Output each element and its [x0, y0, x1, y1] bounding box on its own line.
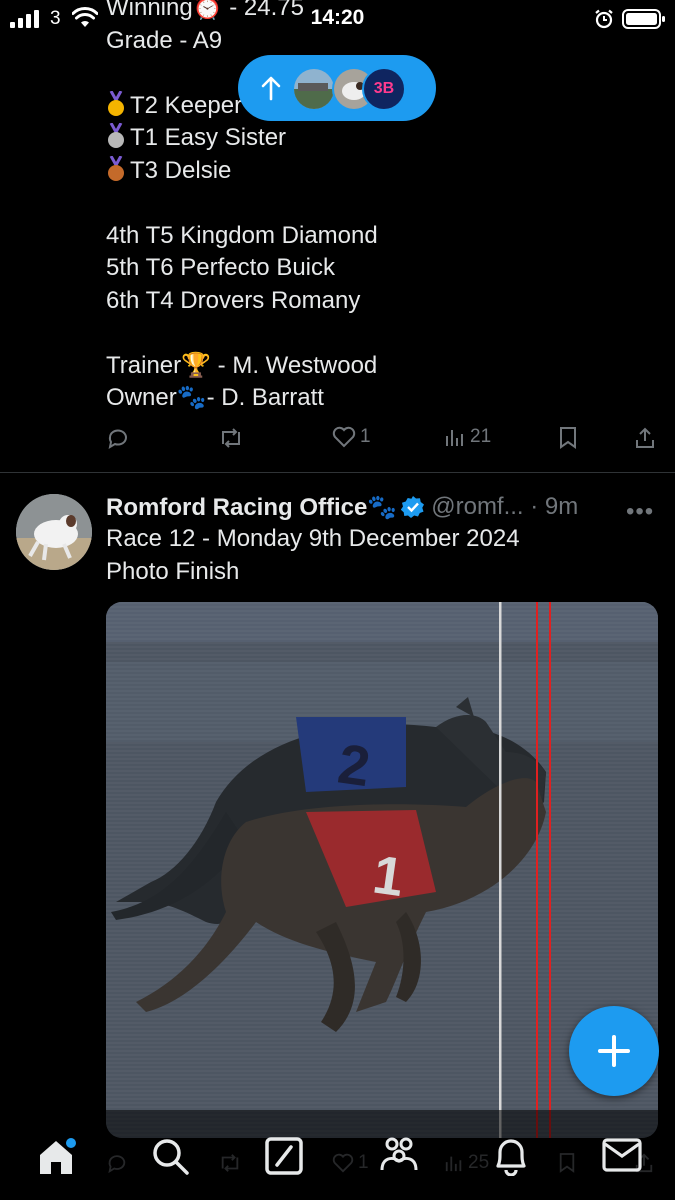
battery-icon [622, 9, 665, 29]
home-icon [40, 1138, 76, 1174]
tab-grok[interactable] [264, 1136, 304, 1181]
silver-medal-icon [108, 123, 124, 148]
like-count: 1 [360, 426, 371, 447]
tab-home[interactable] [36, 1136, 80, 1185]
tweet2-text: Race 12 - Monday 9th December 2024 Photo … [106, 523, 520, 588]
more-options-icon[interactable]: ••• [626, 498, 654, 526]
grok-icon [265, 1137, 303, 1175]
compose-post-button[interactable] [569, 1006, 659, 1096]
arrow-up-icon [261, 76, 281, 101]
gold-medal-icon [108, 90, 124, 116]
bookmark-button[interactable] [558, 426, 578, 450]
handle-and-time[interactable]: @romf... · 9m [431, 493, 578, 521]
trainer-line: Trainer🏆 - M. Westwood [106, 351, 378, 379]
status-bar: 3 14:20 [0, 0, 675, 36]
bookmark-icon [560, 427, 576, 449]
finish-line-red-1 [536, 602, 538, 1138]
placing-6: 6th T4 Drovers Romany [106, 286, 361, 314]
tweet2-header: Romford Racing Office🐾 @romf... · 9m [106, 492, 578, 522]
tab-notifications[interactable] [492, 1136, 530, 1181]
display-name[interactable]: Romford Racing Office🐾 [106, 493, 397, 522]
share-icon [636, 427, 654, 448]
views-button[interactable]: 21 [444, 426, 491, 448]
clock: 14:20 [310, 6, 365, 29]
repost-icon [222, 428, 240, 448]
tab-communities[interactable] [378, 1134, 420, 1181]
race-line: Race 12 - Monday 9th December 2024 [106, 525, 520, 552]
avatar[interactable] [16, 494, 92, 570]
bronze-medal-icon [108, 155, 124, 181]
photo-finish-line: Photo Finish [106, 557, 240, 585]
plus-icon [598, 1035, 630, 1067]
mail-icon [602, 1138, 642, 1172]
tweet-divider [0, 472, 675, 473]
pill-avatar-stadium [292, 67, 336, 111]
tab-messages[interactable] [602, 1138, 642, 1177]
finish-line-white [499, 602, 502, 1138]
communities-icon [380, 1137, 418, 1171]
pill-avatar-brand: 3B [362, 67, 406, 111]
alarm-icon [595, 9, 613, 29]
search-icon [153, 1139, 189, 1175]
podium-2: T1 Easy Sister [106, 122, 378, 155]
owner-line: Owner🐾- D. Barratt [106, 384, 324, 411]
tab-search[interactable] [150, 1136, 190, 1181]
bottom-tab-bar [0, 1110, 675, 1200]
verified-badge-icon [401, 496, 425, 518]
podium-3: T3 Delsie [106, 155, 378, 188]
placing-5: 5th T6 Perfecto Buick [106, 254, 336, 281]
tweet1-actions: 1 21 [106, 426, 656, 456]
views-icon [446, 430, 463, 446]
views-count: 21 [470, 426, 492, 447]
repost-button[interactable] [218, 426, 244, 450]
finish-line-red-2 [549, 602, 551, 1138]
reply-button[interactable] [106, 426, 130, 450]
reply-icon [108, 429, 127, 450]
bell-icon [496, 1139, 526, 1177]
heart-icon [332, 426, 356, 448]
new-posts-pill[interactable]: 3B [238, 55, 436, 121]
placing-4: 4th T5 Kingdom Diamond [106, 221, 378, 249]
share-button[interactable] [634, 426, 656, 450]
like-button[interactable]: 1 [332, 426, 371, 448]
